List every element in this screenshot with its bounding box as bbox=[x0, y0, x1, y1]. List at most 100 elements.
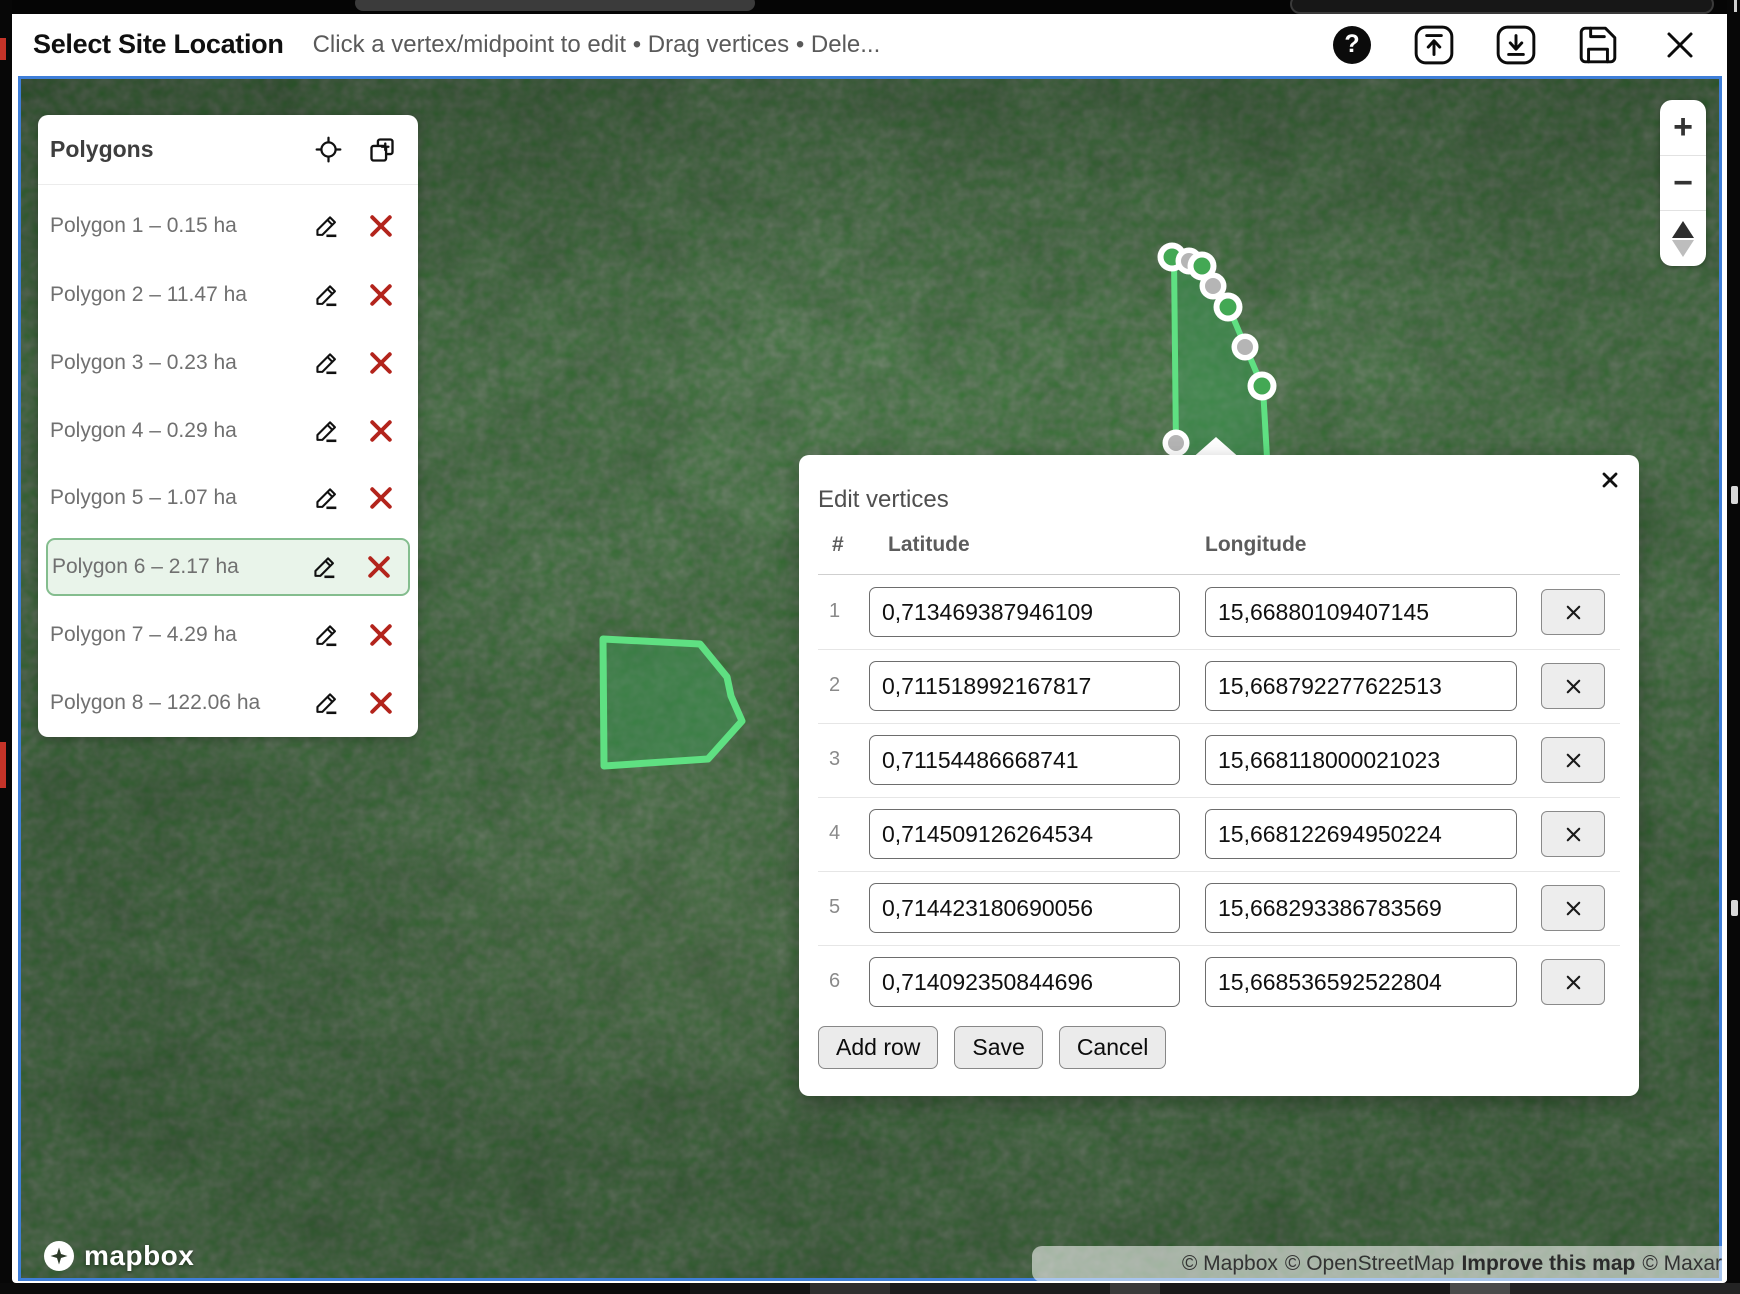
browser-tab-shape bbox=[355, 0, 755, 11]
vertex-handle[interactable] bbox=[1194, 258, 1211, 275]
latitude-input-2[interactable] bbox=[869, 661, 1180, 711]
polygon-label: Polygon 5 – 1.07 ha bbox=[50, 486, 312, 510]
attribution-mapbox-link[interactable]: © Mapbox bbox=[1182, 1252, 1278, 1276]
midpoint-handle[interactable] bbox=[1205, 278, 1221, 294]
zoom-in-button[interactable]: + bbox=[1660, 100, 1706, 155]
duplicate-add-icon[interactable] bbox=[368, 136, 396, 164]
polygon-label: Polygon 3 – 0.23 ha bbox=[50, 351, 312, 375]
browser-toolbar-shape bbox=[1290, 0, 1714, 14]
edit-pencil-icon[interactable] bbox=[312, 348, 342, 378]
download-button[interactable] bbox=[1495, 24, 1537, 66]
attribution-maxar-link[interactable]: © Maxar bbox=[1642, 1252, 1722, 1276]
zoom-in-glyph: + bbox=[1673, 108, 1693, 147]
delete-row-button-5[interactable] bbox=[1541, 885, 1605, 931]
polygon-label: Polygon 2 – 11.47 ha bbox=[50, 283, 312, 307]
longitude-input-1[interactable] bbox=[1205, 587, 1517, 637]
edit-pencil-icon[interactable] bbox=[312, 620, 342, 650]
edit-vertices-dialog: Edit vertices # Latitude Longitude 1 2 3… bbox=[799, 455, 1639, 1096]
vertex-handle[interactable] bbox=[1254, 378, 1271, 395]
polygon-label: Polygon 4 – 0.29 ha bbox=[50, 419, 312, 443]
edit-pencil-icon[interactable] bbox=[310, 552, 340, 582]
map-attribution: © Mapbox © OpenStreetMap Improve this ma… bbox=[1032, 1246, 1732, 1282]
polygon-list-item-8[interactable]: Polygon 8 – 122.06 ha bbox=[46, 674, 410, 732]
modal-header: Select Site Location Click a vertex/midp… bbox=[12, 13, 1727, 76]
polygon-list-item-1[interactable]: Polygon 1 – 0.15 ha bbox=[46, 197, 410, 255]
cancel-button[interactable]: Cancel bbox=[1059, 1026, 1167, 1069]
longitude-input-2[interactable] bbox=[1205, 661, 1517, 711]
row-divider bbox=[818, 871, 1620, 872]
polygon-label: Polygon 6 – 2.17 ha bbox=[52, 555, 310, 579]
edit-pencil-icon[interactable] bbox=[312, 416, 342, 446]
mapbox-logo[interactable]: mapbox bbox=[42, 1238, 194, 1274]
polygon-list-item-4[interactable]: Polygon 4 – 0.29 ha bbox=[46, 402, 410, 460]
map-polygon-small[interactable] bbox=[603, 639, 742, 766]
delete-x-icon[interactable] bbox=[366, 483, 396, 513]
delete-row-button-4[interactable] bbox=[1541, 811, 1605, 857]
frame-left-edge bbox=[0, 0, 12, 1294]
dialog-title: Edit vertices bbox=[818, 486, 949, 514]
zoom-out-button[interactable]: − bbox=[1660, 155, 1706, 211]
delete-x-icon[interactable] bbox=[364, 552, 394, 582]
row-number: 5 bbox=[829, 896, 853, 919]
row-number: 3 bbox=[829, 748, 853, 771]
save-button[interactable]: Save bbox=[954, 1026, 1042, 1069]
help-icon: ? bbox=[1333, 26, 1371, 64]
delete-row-button-2[interactable] bbox=[1541, 663, 1605, 709]
polygons-panel-header: Polygons bbox=[38, 115, 418, 185]
longitude-input-4[interactable] bbox=[1205, 809, 1517, 859]
compass-button[interactable] bbox=[1660, 210, 1706, 266]
white-edge-sliver bbox=[1731, 900, 1738, 916]
delete-x-icon[interactable] bbox=[366, 211, 396, 241]
edit-pencil-icon[interactable] bbox=[312, 211, 342, 241]
delete-row-button-3[interactable] bbox=[1541, 737, 1605, 783]
midpoint-handle[interactable] bbox=[1168, 435, 1184, 451]
delete-x-icon[interactable] bbox=[366, 416, 396, 446]
edit-pencil-icon[interactable] bbox=[312, 483, 342, 513]
polygon-list-item-7[interactable]: Polygon 7 – 4.29 ha bbox=[46, 606, 410, 664]
upload-button[interactable] bbox=[1413, 24, 1455, 66]
delete-x-icon[interactable] bbox=[366, 620, 396, 650]
save-file-button[interactable] bbox=[1577, 24, 1619, 66]
close-button[interactable] bbox=[1659, 24, 1701, 66]
delete-x-icon[interactable] bbox=[366, 348, 396, 378]
add-row-button[interactable]: Add row bbox=[818, 1026, 938, 1069]
dialog-close-icon[interactable] bbox=[1595, 465, 1625, 495]
zoom-out-glyph: − bbox=[1673, 164, 1693, 203]
edit-pencil-icon[interactable] bbox=[312, 280, 342, 310]
polygon-list-item-6-selected[interactable]: Polygon 6 – 2.17 ha bbox=[46, 538, 410, 596]
longitude-input-6[interactable] bbox=[1205, 957, 1517, 1007]
midpoint-handle[interactable] bbox=[1237, 339, 1253, 355]
latitude-input-4[interactable] bbox=[869, 809, 1180, 859]
polygon-list-item-5[interactable]: Polygon 5 – 1.07 ha bbox=[46, 469, 410, 527]
map-zoom-control: + − bbox=[1660, 100, 1706, 266]
polygon-label: Polygon 1 – 0.15 ha bbox=[50, 214, 312, 238]
improve-map-link[interactable]: Improve this map bbox=[1461, 1252, 1635, 1276]
attribution-osm-link[interactable]: © OpenStreetMap bbox=[1285, 1252, 1455, 1276]
delete-row-button-6[interactable] bbox=[1541, 959, 1605, 1005]
locate-icon[interactable] bbox=[314, 136, 342, 164]
save-icon bbox=[1577, 24, 1619, 66]
compass-north-icon bbox=[1672, 221, 1694, 238]
delete-row-button-1[interactable] bbox=[1541, 589, 1605, 635]
mapbox-logo-text: mapbox bbox=[84, 1240, 194, 1272]
longitude-input-3[interactable] bbox=[1205, 735, 1517, 785]
polygon-list-item-2[interactable]: Polygon 2 – 11.47 ha bbox=[46, 266, 410, 324]
row-number: 2 bbox=[829, 674, 853, 697]
latitude-input-6[interactable] bbox=[869, 957, 1180, 1007]
latitude-input-5[interactable] bbox=[869, 883, 1180, 933]
background-page-sliver bbox=[690, 1283, 1740, 1294]
delete-x-icon[interactable] bbox=[366, 688, 396, 718]
polygon-list-item-3[interactable]: Polygon 3 – 0.23 ha bbox=[46, 334, 410, 392]
polygon-label: Polygon 8 – 122.06 ha bbox=[50, 691, 312, 715]
delete-x-icon[interactable] bbox=[366, 280, 396, 310]
help-button[interactable]: ? bbox=[1331, 24, 1373, 66]
row-divider bbox=[818, 945, 1620, 946]
latitude-input-3[interactable] bbox=[869, 735, 1180, 785]
latitude-input-1[interactable] bbox=[869, 587, 1180, 637]
longitude-input-5[interactable] bbox=[1205, 883, 1517, 933]
polygons-panel: Polygons Polygon 1 – 0.15 ha bbox=[38, 115, 418, 737]
header-instructions: Click a vertex/midpoint to edit • Drag v… bbox=[313, 31, 1311, 59]
vertex-handle[interactable] bbox=[1220, 299, 1237, 316]
edit-pencil-icon[interactable] bbox=[312, 688, 342, 718]
row-divider bbox=[818, 723, 1620, 724]
